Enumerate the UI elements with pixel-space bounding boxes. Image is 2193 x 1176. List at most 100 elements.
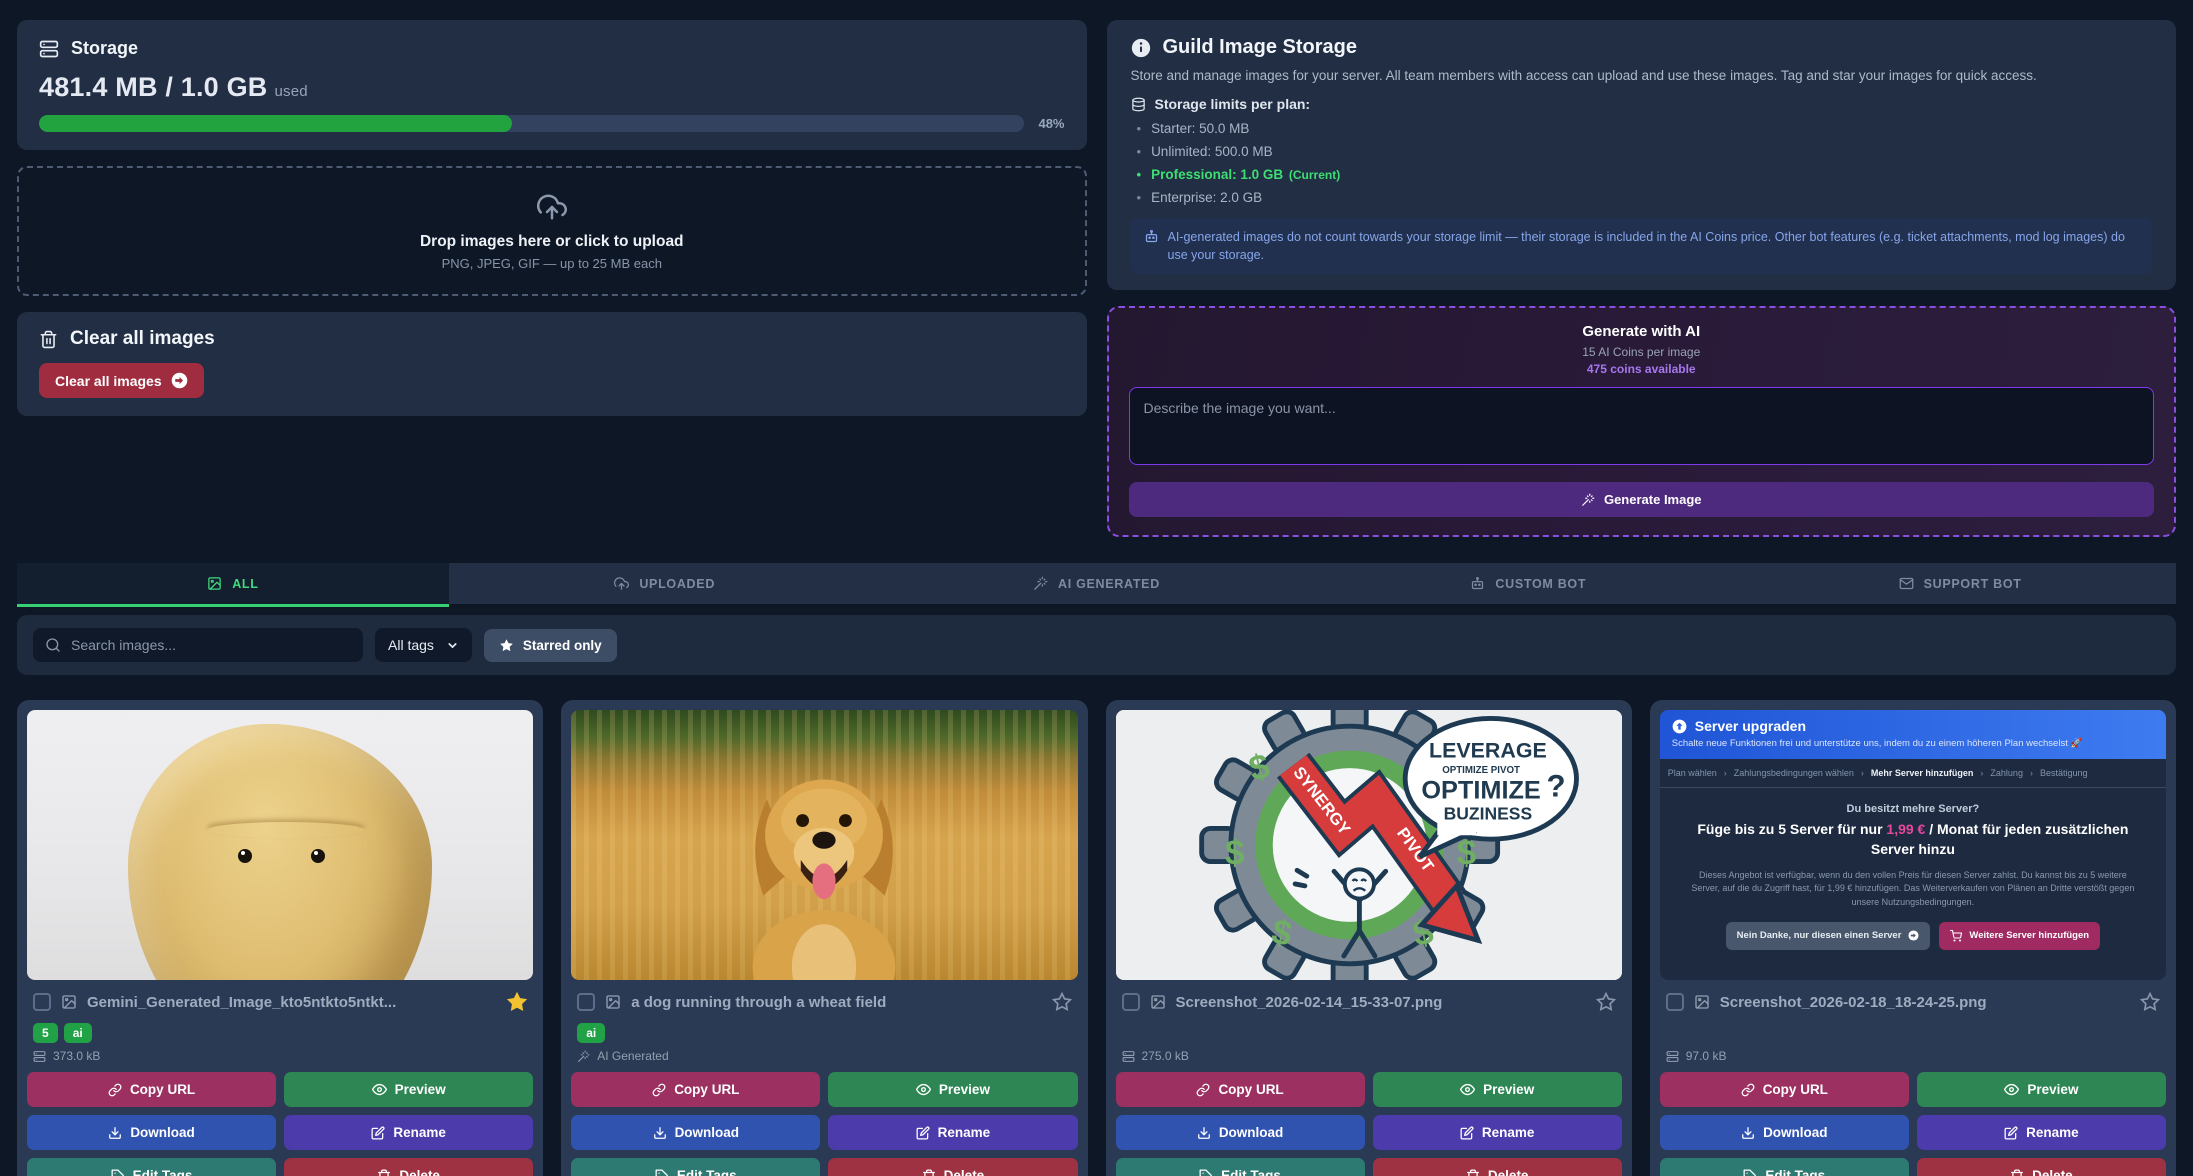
upgrade-offer: Füge bis zu 5 Server für nur 1,99 € / Mo… (1680, 820, 2146, 859)
left-column: Storage 481.4 MB / 1.0 GBused 48% Drop i… (17, 20, 1087, 537)
storage-usage: 481.4 MB / 1.0 GBused (39, 72, 1065, 103)
tab-uploaded[interactable]: UPLOADED (449, 563, 881, 607)
preview-button[interactable]: Preview (284, 1072, 533, 1107)
bubble-text-buziness: BUZINESS (1443, 804, 1532, 824)
rename-button[interactable]: Rename (1917, 1115, 2166, 1150)
star-icon (499, 638, 514, 653)
dollar-sign: $ (1225, 834, 1244, 873)
add-servers-button[interactable]: Weitere Server hinzufügen (1939, 922, 2100, 950)
guild-info-title: Guild Image Storage (1163, 36, 1357, 59)
plan-item-enterprise: •Enterprise: 2.0 GB (1137, 190, 2153, 205)
card-filesize: 97.0 kB (1686, 1049, 1727, 1063)
delete-button[interactable]: Delete (284, 1158, 533, 1176)
select-checkbox[interactable] (577, 993, 595, 1011)
card-image-upgrade-screenshot[interactable]: Server upgraden Schalte neue Funktionen … (1660, 710, 2166, 980)
image-icon (61, 994, 77, 1010)
edit-tags-button[interactable]: Edit Tags (27, 1158, 276, 1176)
rename-button[interactable]: Rename (284, 1115, 533, 1150)
select-checkbox[interactable] (1122, 993, 1140, 1011)
clear-all-panel: Clear all images Clear all images (17, 312, 1087, 416)
chevron-down-icon (446, 639, 459, 652)
storage-limits-title: Storage limits per plan: (1155, 96, 1311, 112)
edit-tags-button[interactable]: Edit Tags (1660, 1158, 1909, 1176)
edit-icon (371, 1126, 385, 1140)
tab-ai-generated[interactable]: AI GENERATED (881, 563, 1313, 607)
top-section: Storage 481.4 MB / 1.0 GBused 48% Drop i… (17, 20, 2176, 537)
search-icon (45, 637, 61, 653)
card-source: AI Generated (597, 1049, 668, 1063)
clear-all-title: Clear all images (70, 328, 215, 350)
clear-all-header: Clear all images (39, 328, 1065, 350)
preview-button[interactable]: Preview (1373, 1072, 1622, 1107)
delete-button[interactable]: Delete (1373, 1158, 1622, 1176)
tab-custom-bot[interactable]: CUSTOM BOT (1312, 563, 1744, 607)
right-column: Guild Image Storage Store and manage ima… (1107, 20, 2177, 537)
preview-button[interactable]: Preview (828, 1072, 1077, 1107)
card-star[interactable] (2140, 992, 2160, 1012)
image-card: Gemini_Generated_Image_kto5ntkto5ntkt...… (17, 700, 543, 1176)
decline-upgrade-button[interactable]: Nein Danke, nur diesen einen Server (1726, 922, 1931, 950)
image-icon (1150, 994, 1166, 1010)
copy-url-button[interactable]: Copy URL (1660, 1072, 1909, 1107)
card-star[interactable] (1052, 992, 1072, 1012)
edit-tags-button[interactable]: Edit Tags (571, 1158, 820, 1176)
download-button[interactable]: Download (1116, 1115, 1365, 1150)
upgrade-screenshot: Server upgraden Schalte neue Funktionen … (1660, 710, 2166, 980)
card-actions: Copy URL Preview Download Rename Edit Ta… (27, 1072, 533, 1176)
select-checkbox[interactable] (1666, 993, 1684, 1011)
trash-icon (377, 1169, 391, 1176)
download-button[interactable]: Download (27, 1115, 276, 1150)
delete-button[interactable]: Delete (1917, 1158, 2166, 1176)
robot-icon (1144, 229, 1159, 244)
ai-prompt-input[interactable] (1129, 387, 2155, 465)
edit-tags-button[interactable]: Edit Tags (1116, 1158, 1365, 1176)
preview-button[interactable]: Preview (1917, 1072, 2166, 1107)
current-plan-badge: (Current) (1289, 168, 1340, 182)
tab-all[interactable]: ALL (17, 563, 449, 607)
tag-badge[interactable]: 5 (33, 1023, 58, 1043)
download-icon (1741, 1126, 1755, 1140)
clear-all-button[interactable]: Clear all images (39, 363, 204, 398)
tag-badge[interactable]: ai (577, 1023, 605, 1043)
upload-dropzone[interactable]: Drop images here or click to upload PNG,… (17, 166, 1087, 296)
card-actions: Copy URL Preview Download Rename Edit Ta… (1116, 1072, 1622, 1176)
eye-icon (1460, 1082, 1475, 1097)
card-image-potato[interactable] (27, 710, 533, 980)
download-button[interactable]: Download (1660, 1115, 1909, 1150)
storage-percent: 48% (1038, 116, 1064, 131)
copy-url-button[interactable]: Copy URL (571, 1072, 820, 1107)
starred-only-button[interactable]: Starred only (484, 629, 617, 662)
card-actions: Copy URL Preview Download Rename Edit Ta… (1660, 1072, 2166, 1176)
card-image-dog[interactable] (571, 710, 1077, 980)
card-filesize: 275.0 kB (1142, 1049, 1189, 1063)
card-star[interactable] (507, 992, 527, 1012)
copy-url-button[interactable]: Copy URL (1116, 1072, 1365, 1107)
search-input[interactable] (71, 637, 351, 653)
rename-button[interactable]: Rename (828, 1115, 1077, 1150)
guild-info-description: Store and manage images for your server.… (1131, 68, 2153, 83)
card-tags (1116, 1022, 1622, 1044)
tab-support-bot[interactable]: SUPPORT BOT (1744, 563, 2176, 607)
storage-progress-row: 48% (39, 115, 1065, 132)
card-name-row: Screenshot_2026-02-14_15-33-07.png (1116, 990, 1622, 1014)
copy-url-button[interactable]: Copy URL (27, 1072, 276, 1107)
image-card: a dog running through a wheat field ai A… (561, 700, 1087, 1176)
tag-badge[interactable]: ai (64, 1023, 92, 1043)
card-star[interactable] (1596, 992, 1616, 1012)
trash-icon (1466, 1169, 1480, 1176)
starred-only-label: Starred only (523, 638, 602, 653)
select-checkbox[interactable] (33, 993, 51, 1011)
card-image-business-cartoon[interactable]: $ $ $ $ $ $ SYNERGY PIVOT (1116, 710, 1622, 980)
eye-icon (916, 1082, 931, 1097)
tag-icon (1199, 1169, 1213, 1176)
card-filename: Screenshot_2026-02-18_18-24-25.png (1720, 994, 2130, 1011)
tag-filter-value: All tags (388, 637, 434, 653)
download-button[interactable]: Download (571, 1115, 820, 1150)
rename-button[interactable]: Rename (1373, 1115, 1622, 1150)
image-grid: Gemini_Generated_Image_kto5ntkto5ntkt...… (17, 700, 2176, 1176)
tag-filter-select[interactable]: All tags (375, 628, 472, 662)
card-tags: 5 ai (27, 1022, 533, 1044)
delete-button[interactable]: Delete (828, 1158, 1077, 1176)
generate-image-button[interactable]: Generate Image (1129, 482, 2155, 517)
database-icon (1131, 97, 1146, 112)
